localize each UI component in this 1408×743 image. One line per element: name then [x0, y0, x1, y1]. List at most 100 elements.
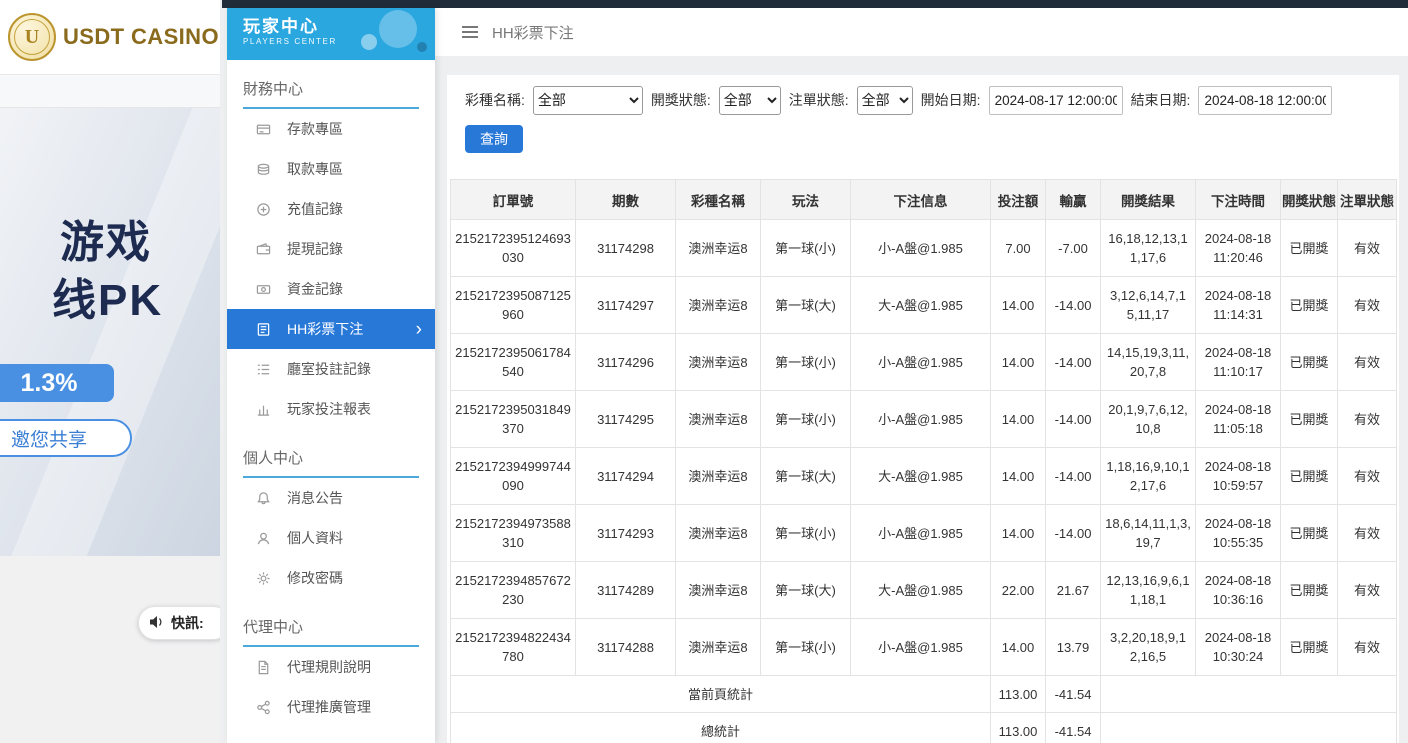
table-cell: 有效 [1338, 448, 1397, 505]
table-cell: 31174288 [576, 619, 676, 676]
page-title: HH彩票下注 [492, 22, 574, 43]
sidebar-item[interactable]: 修改密碼 [227, 558, 435, 598]
table-header-row: 訂單號期數彩種名稱玩法下注信息投注額輸贏開獎結果下注時間開獎狀態注單狀態 [451, 180, 1397, 220]
table-cell: 有效 [1338, 562, 1397, 619]
table-cell: 31174296 [576, 334, 676, 391]
table-cell: 31174298 [576, 220, 676, 277]
draw-status-select[interactable]: 全部 [719, 86, 781, 115]
bet-status-select[interactable]: 全部 [857, 86, 913, 115]
sidebar-item[interactable]: 玩家投注報表 [227, 389, 435, 429]
sidebar-item[interactable]: 代理推廣管理 [227, 687, 435, 727]
table-cell: 小-A盤@1.985 [851, 334, 991, 391]
promo-share-button[interactable]: 邀您共享 [0, 419, 132, 457]
table-cell: 2152172394973588310 [451, 505, 576, 562]
summary-label: 當前頁統計 [451, 676, 991, 713]
table-cell: 第一球(大) [761, 562, 851, 619]
column-header: 輸贏 [1046, 180, 1101, 220]
table-cell: 14,15,19,3,11,20,7,8 [1101, 334, 1196, 391]
bets-table: 訂單號期數彩種名稱玩法下注信息投注額輸贏開獎結果下注時間開獎狀態注單狀態 215… [450, 179, 1397, 743]
table-cell: 3,12,6,14,7,15,11,17 [1101, 277, 1196, 334]
sidebar-item[interactable]: 個人資料 [227, 518, 435, 558]
table-cell: -7.00 [1046, 220, 1101, 277]
sidebar-item[interactable]: 充值記錄 [227, 189, 435, 229]
top-dark-strip [222, 0, 1408, 8]
sidebar-item-label: 取款專區 [287, 159, 343, 179]
sidebar-item-label: 消息公告 [287, 488, 343, 508]
sidebar-item[interactable]: 資金記錄 [227, 269, 435, 309]
background-subnav [0, 75, 220, 108]
lottery-select[interactable]: 全部 [533, 86, 643, 115]
table-cell: 2024-08-18 10:30:24 [1196, 619, 1281, 676]
table-row: 215217239499974409031174294澳洲幸运8第一球(大)大-… [451, 448, 1397, 505]
recharge-icon [255, 201, 271, 217]
content-panel: 彩種名稱: 全部 開獎狀態: 全部 注單狀態: 全部 開始日期: 結束日期: 查… [447, 75, 1399, 743]
table-row: 215217239506178454031174296澳洲幸运8第一球(小)小-… [451, 334, 1397, 391]
table-cell: -14.00 [1046, 391, 1101, 448]
casino-logo-text: USDT CASINO [63, 24, 219, 50]
sidebar-item-label: 玩家投注報表 [287, 399, 371, 419]
table-cell: 3,2,20,18,9,12,16,5 [1101, 619, 1196, 676]
column-header: 訂單號 [451, 180, 576, 220]
sidebar-item[interactable]: 存款專區 [227, 109, 435, 149]
filter-bar: 彩種名稱: 全部 開獎狀態: 全部 注單狀態: 全部 開始日期: 結束日期: [450, 85, 1396, 115]
table-cell: 21.67 [1046, 562, 1101, 619]
promo-banner: 游戏 线PK 1.3% 邀您共享 [0, 108, 220, 556]
news-ticker: 快訊: [138, 606, 220, 640]
sidebar-item[interactable]: 廳室投註記錄 [227, 349, 435, 389]
main-topbar: HH彩票下注 [435, 8, 1408, 56]
table-cell: 31174294 [576, 448, 676, 505]
table-cell: 已開獎 [1281, 505, 1338, 562]
query-button[interactable]: 查詢 [465, 125, 523, 153]
promo-text-line2: 线PK [52, 264, 163, 328]
table-cell: -14.00 [1046, 448, 1101, 505]
column-header: 開獎狀態 [1281, 180, 1338, 220]
table-cell: 2024-08-18 10:55:35 [1196, 505, 1281, 562]
table-cell: 已開獎 [1281, 334, 1338, 391]
table-cell: 20,1,9,7,6,12,10,8 [1101, 391, 1196, 448]
sidebar-item-label: 代理推廣管理 [287, 697, 371, 717]
sidebar-item[interactable]: 取款專區 [227, 149, 435, 189]
sidebar-item[interactable]: 消息公告 [227, 478, 435, 518]
usdt-casino-logo: U [8, 13, 56, 61]
table-cell: 14.00 [991, 277, 1046, 334]
sidebar-section-header: 個人中心 [243, 447, 419, 478]
table-cell: 有效 [1338, 505, 1397, 562]
start-date-label: 開始日期: [921, 90, 981, 110]
table-cell: 小-A盤@1.985 [851, 220, 991, 277]
sidebar-section-header: 代理中心 [243, 616, 419, 647]
table-cell: 22.00 [991, 562, 1046, 619]
table-cell: 2152172394857672230 [451, 562, 576, 619]
table-cell: 澳洲幸运8 [676, 562, 761, 619]
sidebar-item[interactable]: HH彩票下注› [227, 309, 435, 349]
table-row: 215217239503184937031174295澳洲幸运8第一球(小)小-… [451, 391, 1397, 448]
table-cell: 2024-08-18 10:36:16 [1196, 562, 1281, 619]
table-cell: 第一球(大) [761, 448, 851, 505]
funds-icon [255, 281, 271, 297]
table-cell: 第一球(小) [761, 619, 851, 676]
end-date-input[interactable] [1198, 86, 1332, 115]
sidebar-item-label: 個人資料 [287, 528, 343, 548]
table-row: 215217239497358831031174293澳洲幸运8第一球(小)小-… [451, 505, 1397, 562]
column-header: 彩種名稱 [676, 180, 761, 220]
end-date-label: 結束日期: [1131, 90, 1191, 110]
table-body: 215217239512469303031174298澳洲幸运8第一球(小)小-… [451, 220, 1397, 743]
deposit-icon [255, 121, 271, 137]
sidebar-item[interactable]: 提現記錄 [227, 229, 435, 269]
table-cell: 已開獎 [1281, 277, 1338, 334]
sidebar-item-label: 廳室投註記錄 [287, 359, 371, 379]
summary-label: 總統計 [451, 713, 991, 743]
table-cell: 16,18,12,13,11,17,6 [1101, 220, 1196, 277]
table-cell: 有效 [1338, 619, 1397, 676]
sidebar-item[interactable]: 代理規則說明 [227, 647, 435, 687]
doc-icon [255, 659, 271, 675]
user-icon [255, 530, 271, 546]
table-cell: 已開獎 [1281, 562, 1338, 619]
table-cell: 18,6,14,11,1,3,19,7 [1101, 505, 1196, 562]
table-cell: 31174289 [576, 562, 676, 619]
table-cell: 小-A盤@1.985 [851, 505, 991, 562]
hamburger-menu-icon[interactable] [461, 25, 479, 39]
start-date-input[interactable] [989, 86, 1123, 115]
decorative-circle [361, 34, 377, 50]
table-cell: 已開獎 [1281, 619, 1338, 676]
lottery-filter-label: 彩種名稱: [465, 90, 525, 110]
